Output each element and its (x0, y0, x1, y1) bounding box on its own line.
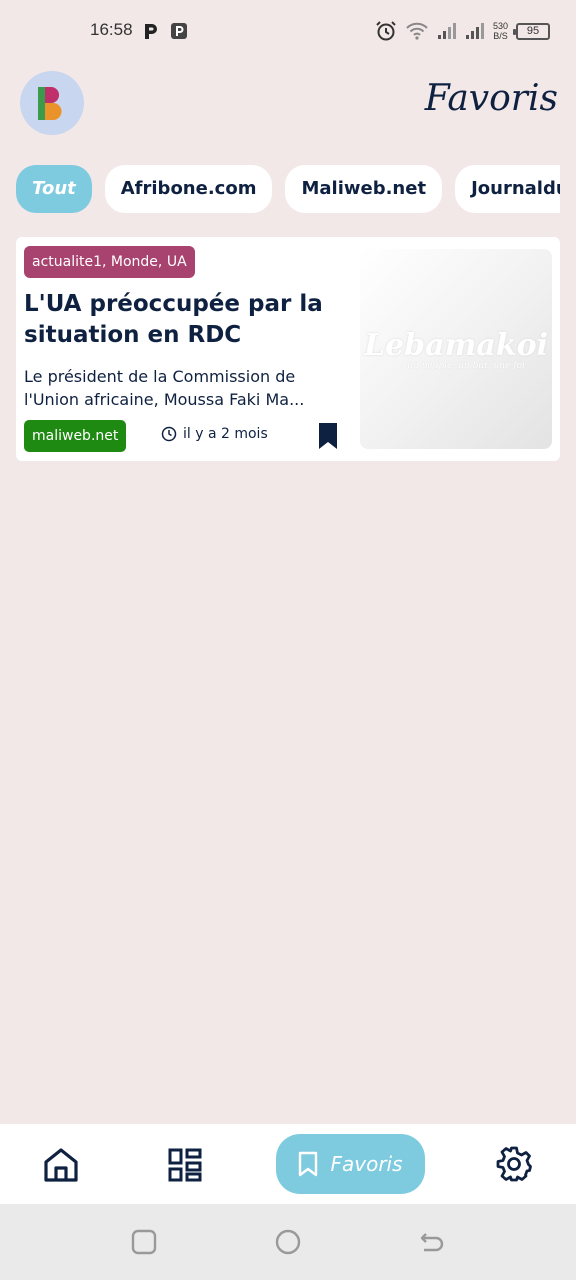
alarm-icon (376, 21, 396, 41)
recent-apps-icon[interactable] (130, 1228, 158, 1256)
article-card[interactable]: actualite1, Monde, UA L'UA préoccupée pa… (16, 237, 560, 461)
status-time: 16:58 (90, 20, 133, 39)
net-speed-value: 530 (492, 21, 508, 31)
filter-chip-afribone[interactable]: Afribone.com (104, 165, 273, 213)
nav-categories-icon[interactable] (168, 1148, 202, 1182)
nav-settings-icon[interactable] (495, 1145, 533, 1183)
bookmark-filled-icon[interactable] (317, 421, 339, 451)
net-speed-unit: B/S (493, 31, 508, 41)
signal-sim2-icon (465, 23, 484, 39)
article-tags: actualite1, Monde, UA (24, 246, 195, 278)
clock-icon (161, 426, 177, 442)
battery-icon: 95 (513, 22, 550, 40)
status-bar: 16:58 530 B/S 95 (0, 0, 576, 64)
wifi-icon (406, 22, 428, 40)
net-speed: 530 B/S (493, 21, 508, 41)
article-time: il y a 2 mois (161, 426, 268, 442)
article-time-ago: il y a 2 mois (183, 426, 268, 442)
app-logo-icon (38, 87, 62, 120)
article-excerpt: Le président de la Commission de l'Union… (24, 367, 305, 409)
article-source-badge: maliweb.net (24, 420, 127, 452)
bottom-nav: Favoris (0, 1124, 576, 1204)
thumbnail-logo: Lebamakoi (364, 327, 548, 363)
home-circle-icon[interactable] (274, 1228, 302, 1256)
parking-app-icon (145, 24, 157, 39)
article-thumbnail: Lebamakoi un peuple, un but, une foi (360, 249, 552, 449)
bookmark-outline-icon (299, 1151, 318, 1177)
nav-favoris-button[interactable]: Favoris (276, 1134, 425, 1194)
filter-chip-tout[interactable]: Tout (16, 165, 92, 213)
page-title: Favoris (424, 78, 558, 119)
thumbnail-slogan: un peuple, un but, une foi (407, 360, 525, 371)
signal-sim1-icon (437, 23, 456, 39)
nav-favoris-label: Favoris (330, 1152, 403, 1176)
system-nav-bar (0, 1204, 576, 1280)
source-filter-bar: ToutAfribone.comMaliweb.netJournaldumali… (16, 165, 560, 213)
back-icon[interactable] (418, 1228, 446, 1256)
status-icons: 530 B/S 95 (375, 20, 550, 42)
article-title[interactable]: L'UA préoccupée par la situation en RDC (24, 289, 354, 351)
filter-chip-maliweb[interactable]: Maliweb.net (285, 165, 443, 213)
app-notification-icon (171, 23, 187, 39)
filter-chip-journaldumali[interactable]: Journaldumali.com (455, 165, 560, 213)
app-logo[interactable] (20, 71, 84, 135)
nav-home-icon[interactable] (42, 1146, 80, 1184)
